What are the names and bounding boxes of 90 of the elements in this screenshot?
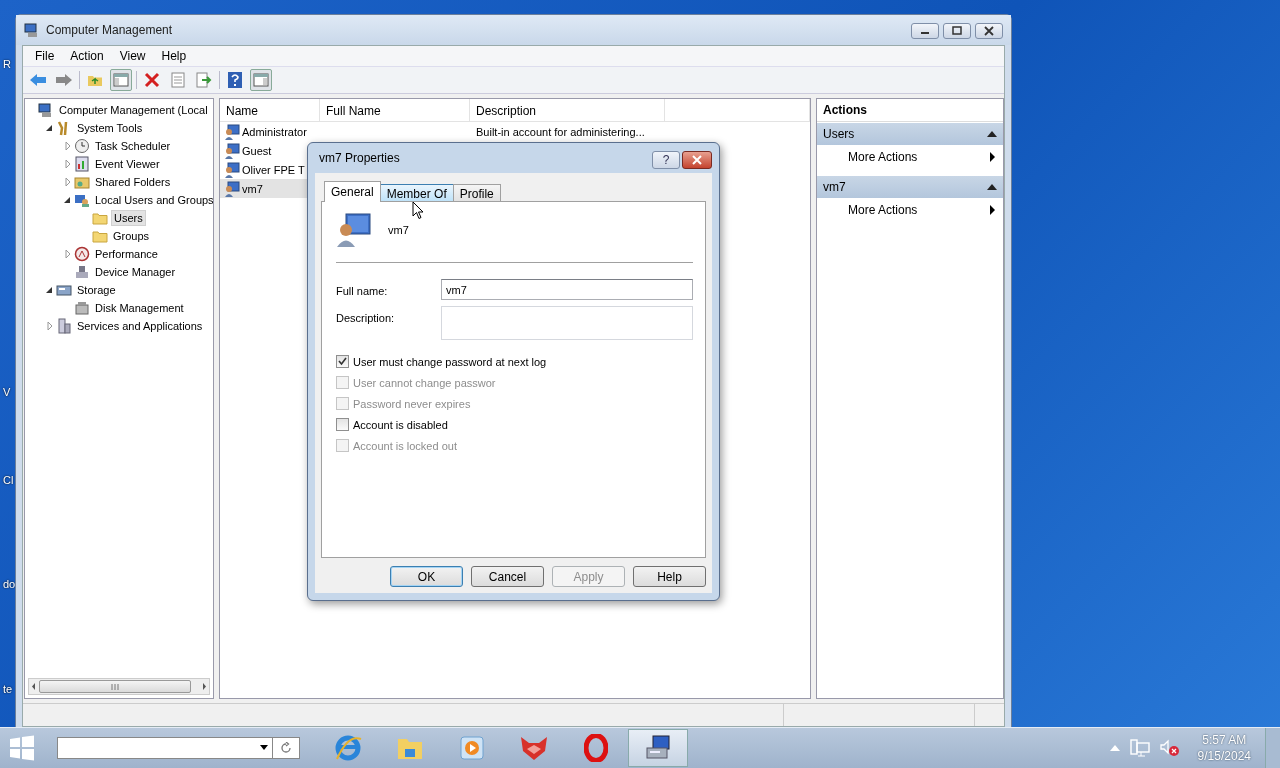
menu-item[interactable]: View xyxy=(111,49,154,63)
collapse-icon[interactable] xyxy=(987,131,997,137)
tab[interactable]: Profile xyxy=(452,184,501,201)
desktop-icon-label[interactable]: R xyxy=(3,58,11,70)
menu-item[interactable]: Action xyxy=(62,49,112,63)
dialog-button[interactable]: Cancel xyxy=(471,566,544,587)
tree-item[interactable]: Performance xyxy=(93,247,160,261)
column-header[interactable]: Name xyxy=(220,99,320,121)
tree-node-icon xyxy=(74,192,90,208)
close-button[interactable] xyxy=(682,151,712,169)
tree-item[interactable]: Shared Folders xyxy=(93,175,173,189)
full-name-field[interactable]: vm7 xyxy=(441,279,693,300)
tree-node-icon xyxy=(74,138,90,154)
desktop-icon-label[interactable]: do xyxy=(3,578,16,590)
maximize-button[interactable] xyxy=(943,23,971,39)
desktop-icon-label[interactable]: V xyxy=(3,386,11,398)
close-icon xyxy=(691,155,703,165)
dialog-button[interactable]: Help xyxy=(633,566,706,587)
action-section-header[interactable]: vm7 xyxy=(817,176,1003,198)
action-item[interactable]: More Actions xyxy=(817,145,1003,169)
tab[interactable]: General xyxy=(324,181,381,202)
tree-node-icon xyxy=(74,156,90,172)
tab[interactable]: Member Of xyxy=(379,184,454,201)
user-icon xyxy=(224,123,240,140)
tree-item[interactable]: Users xyxy=(111,210,146,226)
tree-item[interactable]: Device Manager xyxy=(93,265,178,279)
network-icon[interactable] xyxy=(1129,739,1150,757)
console-tree-icon[interactable] xyxy=(110,69,132,91)
description-field[interactable] xyxy=(441,306,693,340)
minimize-button[interactable] xyxy=(911,23,939,39)
tree-node-icon xyxy=(74,246,90,262)
horizontal-scrollbar[interactable] xyxy=(28,678,210,695)
help-button[interactable]: ? xyxy=(652,151,680,169)
field-label: Description: xyxy=(336,311,396,326)
show-hidden-icons-icon[interactable] xyxy=(1109,745,1120,751)
field-label: Full name: xyxy=(336,284,389,299)
action-pane-icon[interactable] xyxy=(250,69,272,91)
tree-node-icon xyxy=(56,282,72,298)
user-icon xyxy=(336,212,372,248)
checkbox-label: User cannot change passwor xyxy=(353,376,496,389)
tree-node-icon xyxy=(74,264,90,280)
user-row[interactable]: Administrator xyxy=(220,122,320,141)
action-section-header[interactable]: Users xyxy=(817,123,1003,145)
maximize-icon xyxy=(951,26,963,36)
tree-item[interactable]: Groups xyxy=(111,229,152,243)
window-title: Computer Management xyxy=(46,23,174,37)
dialog-button[interactable]: OK xyxy=(390,566,463,587)
checkbox-label: Account is disabled xyxy=(353,418,448,431)
checkbox-label: Account is locked out xyxy=(353,439,457,452)
checkbox[interactable] xyxy=(336,355,349,368)
checkbox-label: User must change password at next log xyxy=(353,355,547,368)
desktop-icon-label[interactable]: Cl xyxy=(3,474,14,486)
table-cell: Built-in account for administering... xyxy=(476,125,645,138)
tree-item[interactable]: Computer Management (Local xyxy=(57,103,210,117)
muted-speaker-icon[interactable] xyxy=(1159,739,1180,757)
column-header[interactable]: Full Name xyxy=(320,99,470,121)
collapse-icon[interactable] xyxy=(987,184,997,190)
tree-item[interactable]: Disk Management xyxy=(93,301,186,315)
submenu-arrow-icon xyxy=(990,205,995,215)
user-icon xyxy=(224,180,240,197)
dialog-title: vm7 Properties xyxy=(319,151,400,165)
checkbox-label: Password never expires xyxy=(353,397,471,410)
tree-node-icon xyxy=(74,174,90,190)
address-field[interactable] xyxy=(57,737,273,759)
tree-node-icon xyxy=(56,318,72,334)
user-icon xyxy=(224,142,240,159)
menu-item[interactable]: File xyxy=(27,49,63,63)
action-item[interactable]: More Actions xyxy=(817,198,1003,222)
tree-item[interactable]: Task Scheduler xyxy=(93,139,173,153)
windows-logo-icon xyxy=(9,735,35,761)
user-name: vm7 xyxy=(388,224,409,236)
grip-icon[interactable] xyxy=(111,683,119,690)
tree-item[interactable]: Event Viewer xyxy=(93,157,162,171)
desktop-icon-label[interactable]: te xyxy=(3,683,13,695)
tree-item[interactable]: System Tools xyxy=(75,121,145,135)
actions-header: Actions xyxy=(817,99,1003,122)
tree-item[interactable]: Services and Applications xyxy=(75,319,205,333)
close-button[interactable] xyxy=(975,23,1003,39)
tree-item[interactable]: Local Users and Groups xyxy=(93,193,213,207)
tree-node-icon xyxy=(74,300,90,316)
tree-item[interactable]: Storage xyxy=(75,283,118,297)
user-icon xyxy=(224,161,240,178)
close-icon xyxy=(983,26,995,36)
submenu-arrow-icon xyxy=(990,152,995,162)
tree-node-icon xyxy=(38,102,54,118)
menu-item[interactable]: Help xyxy=(153,49,195,63)
checkbox[interactable] xyxy=(336,418,349,431)
tree-node-icon xyxy=(92,210,108,226)
column-header[interactable]: Description xyxy=(470,99,665,121)
tree-node-icon xyxy=(92,228,108,244)
